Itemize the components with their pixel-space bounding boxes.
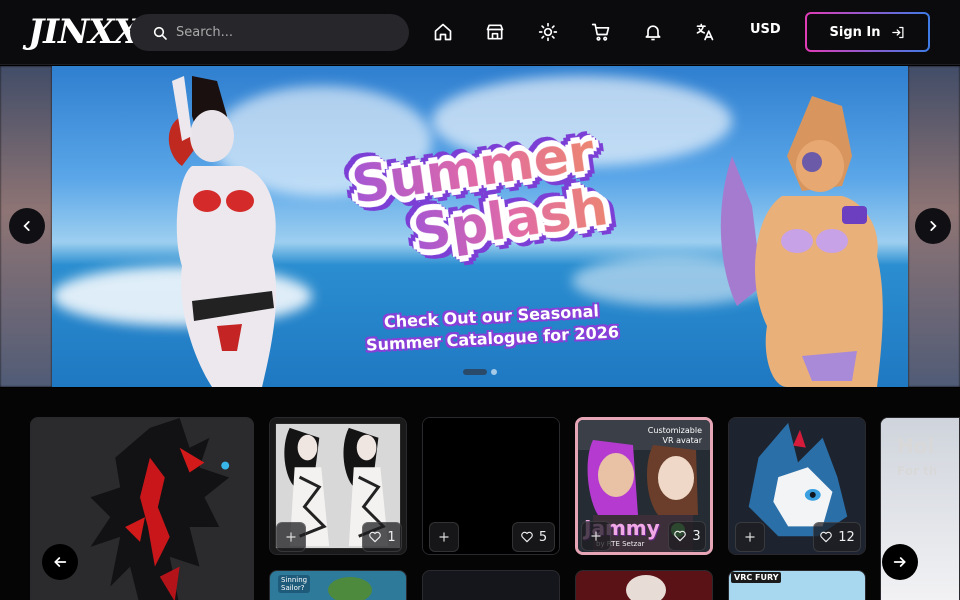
card-tag: VRC FURY	[731, 572, 782, 583]
carousel-dot-1[interactable]	[463, 369, 487, 375]
search-icon	[153, 26, 167, 40]
add-to-cart-button[interactable]	[429, 522, 459, 552]
chevron-right-icon	[930, 221, 937, 231]
product-image	[626, 575, 666, 600]
search-bar[interactable]	[130, 14, 409, 51]
search-input[interactable]	[176, 25, 396, 40]
product-card[interactable]: Customizable VR avatar Jammy by RTE Setz…	[575, 417, 713, 555]
like-button[interactable]: 5	[512, 522, 555, 552]
products-prev-button[interactable]	[42, 544, 78, 580]
add-to-cart-button[interactable]	[581, 521, 611, 551]
carousel-next-button[interactable]	[915, 208, 951, 244]
sign-in-label: Sign In	[829, 24, 881, 40]
sign-in-button[interactable]: Sign In	[805, 12, 930, 52]
plus-icon	[591, 531, 601, 541]
card-tag: Sinning Sailor?	[278, 575, 310, 593]
cart-button[interactable]	[588, 19, 614, 45]
store-icon	[486, 24, 504, 40]
hero-subtitle: Check Out our Seasonal Summer Catalogue …	[351, 299, 633, 358]
currency-selector[interactable]: USD	[750, 22, 781, 37]
bell-icon	[645, 25, 661, 41]
partial-card-title: Hol	[897, 434, 935, 458]
overlay-line2: VR avatar	[662, 436, 702, 445]
home-icon	[434, 23, 452, 41]
product-card[interactable]: 5	[422, 417, 560, 555]
heart-icon	[674, 530, 687, 542]
product-card[interactable]: Sinning Sailor?	[269, 570, 407, 600]
product-card[interactable]	[575, 570, 713, 600]
carousel-dot-2[interactable]	[491, 369, 497, 375]
theme-toggle-button[interactable]	[535, 19, 561, 45]
language-button[interactable]	[692, 19, 718, 45]
top-navbar: JINXXY USD Sign In	[0, 0, 960, 65]
add-to-cart-button[interactable]	[276, 522, 306, 552]
cart-icon	[591, 23, 610, 41]
carousel-prev-button[interactable]	[9, 208, 45, 244]
add-to-cart-button[interactable]	[735, 522, 765, 552]
avatar-character-right	[720, 96, 883, 387]
like-button[interactable]: 3	[668, 521, 706, 551]
heart-icon	[369, 531, 382, 543]
product-card[interactable]	[422, 570, 560, 600]
product-image	[328, 577, 372, 600]
like-count: 1	[387, 529, 396, 545]
product-carousel: 1 5 Customizable VR avatar Jammy by RTE …	[0, 388, 960, 600]
heart-icon	[820, 531, 832, 543]
plus-icon	[286, 532, 296, 542]
products-next-button[interactable]	[882, 544, 918, 580]
notifications-button[interactable]	[640, 19, 666, 45]
like-count: 5	[538, 529, 548, 545]
like-count: 12	[838, 529, 855, 545]
product-card[interactable]: 1	[269, 417, 407, 555]
avatar-character-left	[168, 76, 277, 387]
hero-carousel: Summer Splash Check Out our Seasonal Sum…	[0, 66, 960, 387]
home-button[interactable]	[430, 19, 456, 45]
plus-icon	[439, 532, 449, 542]
product-card[interactable]: VRC FURY	[728, 570, 866, 600]
sign-in-icon	[891, 26, 903, 38]
like-button[interactable]: 1	[362, 522, 402, 552]
arrow-right-icon	[893, 557, 906, 567]
sun-icon	[538, 22, 558, 42]
plus-icon	[745, 532, 755, 542]
chevron-left-icon	[23, 221, 30, 231]
arrow-left-icon	[54, 557, 67, 567]
card-overlay-tag: Customizable VR avatar	[648, 426, 702, 446]
hero-banner[interactable]: Summer Splash Check Out our Seasonal Sum…	[52, 66, 908, 387]
overlay-line1: Customizable	[647, 426, 702, 435]
like-button[interactable]: 12	[813, 522, 861, 552]
partial-card-subtitle: For th	[897, 464, 938, 478]
like-count: 3	[692, 528, 701, 544]
heart-icon	[521, 531, 533, 543]
translate-icon	[696, 23, 714, 41]
carousel-indicators	[463, 369, 497, 375]
store-button[interactable]	[482, 19, 508, 45]
product-card[interactable]: 12	[728, 417, 866, 555]
